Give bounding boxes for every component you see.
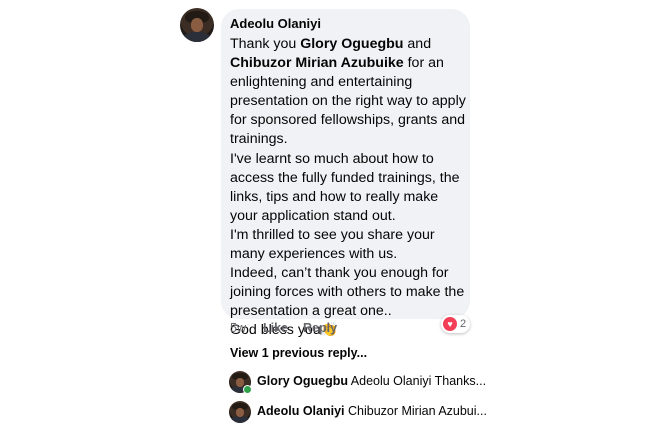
commenter-avatar[interactable] (180, 8, 214, 42)
reply-author[interactable]: Glory Oguegbu (257, 374, 348, 388)
reaction-count: 2 (460, 318, 467, 330)
comment-timestamp[interactable]: 5w (230, 321, 246, 335)
mention-glory[interactable]: Glory Oguegbu (300, 36, 403, 52)
comment-text-part: Thank you (230, 36, 301, 52)
comment-text-part: I've learnt so much about how to access … (230, 150, 460, 224)
comment-text-part: and (403, 36, 432, 52)
reply-snippet: Chibuzor Mirian Azubui... (348, 404, 487, 418)
reaction-badge[interactable]: ♥ 2 (441, 315, 471, 333)
comment-text-part: Indeed, can’t thank you enough for joini… (230, 265, 465, 320)
reply-avatar[interactable] (229, 401, 251, 423)
like-button[interactable]: Like (263, 321, 288, 335)
online-status-indicator (243, 385, 252, 394)
comment-body: Thank you Glory Oguegbu and Chibuzor Mir… (230, 35, 466, 341)
heart-icon: ♥ (443, 317, 457, 331)
reply-snippet: Adeolu Olaniyi Thanks... (350, 374, 487, 388)
reply-preview: Glory Oguegbu Adeolu Olaniyi Thanks... (257, 374, 486, 388)
mention-chibuzor[interactable]: Chibuzor Mirian Azubuike (230, 55, 404, 71)
reply-author[interactable]: Adeolu Olaniyi (257, 404, 345, 418)
comment-author[interactable]: Adeolu Olaniyi (230, 16, 321, 31)
reply-button[interactable]: Reply (303, 321, 337, 335)
view-previous-replies-link[interactable]: View 1 previous reply... (230, 346, 367, 360)
comment-text-part: I'm thrilled to see you share your many … (230, 226, 435, 263)
reply-preview: Adeolu Olaniyi Chibuzor Mirian Azubui... (257, 404, 487, 418)
